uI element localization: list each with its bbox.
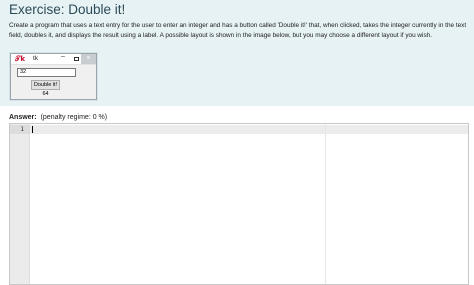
code-input-area[interactable] bbox=[31, 124, 468, 284]
tk-feather-icon: 𝒯k bbox=[15, 55, 26, 63]
tk-window-title: tk bbox=[33, 55, 39, 62]
maximize-icon bbox=[74, 57, 79, 61]
close-icon: × bbox=[81, 54, 96, 64]
question-panel: Exercise: Double it! Create a program th… bbox=[0, 0, 474, 106]
line-number: 1 bbox=[20, 126, 24, 133]
answer-label: Answer: bbox=[9, 114, 37, 121]
tk-double-it-button: Double it! bbox=[31, 80, 60, 90]
tk-titlebar: 𝒯k tk – × bbox=[11, 53, 96, 65]
code-editor[interactable]: 1 bbox=[9, 123, 469, 285]
answer-heading: Answer: (penalty regime: 0 %) bbox=[9, 114, 107, 121]
editor-gutter bbox=[10, 124, 30, 284]
example-tk-window-image: 𝒯k tk – × 32 Double it! 64 bbox=[10, 53, 97, 100]
penalty-regime: (penalty regime: 0 %) bbox=[40, 114, 108, 121]
text-cursor bbox=[32, 126, 33, 133]
minimize-icon: – bbox=[61, 53, 65, 60]
page-title: Exercise: Double it! bbox=[9, 2, 126, 17]
tk-entry-field: 32 bbox=[17, 68, 76, 77]
tk-result-label: 64 bbox=[42, 91, 49, 97]
question-description: Create a program that uses a text entry … bbox=[9, 22, 467, 39]
